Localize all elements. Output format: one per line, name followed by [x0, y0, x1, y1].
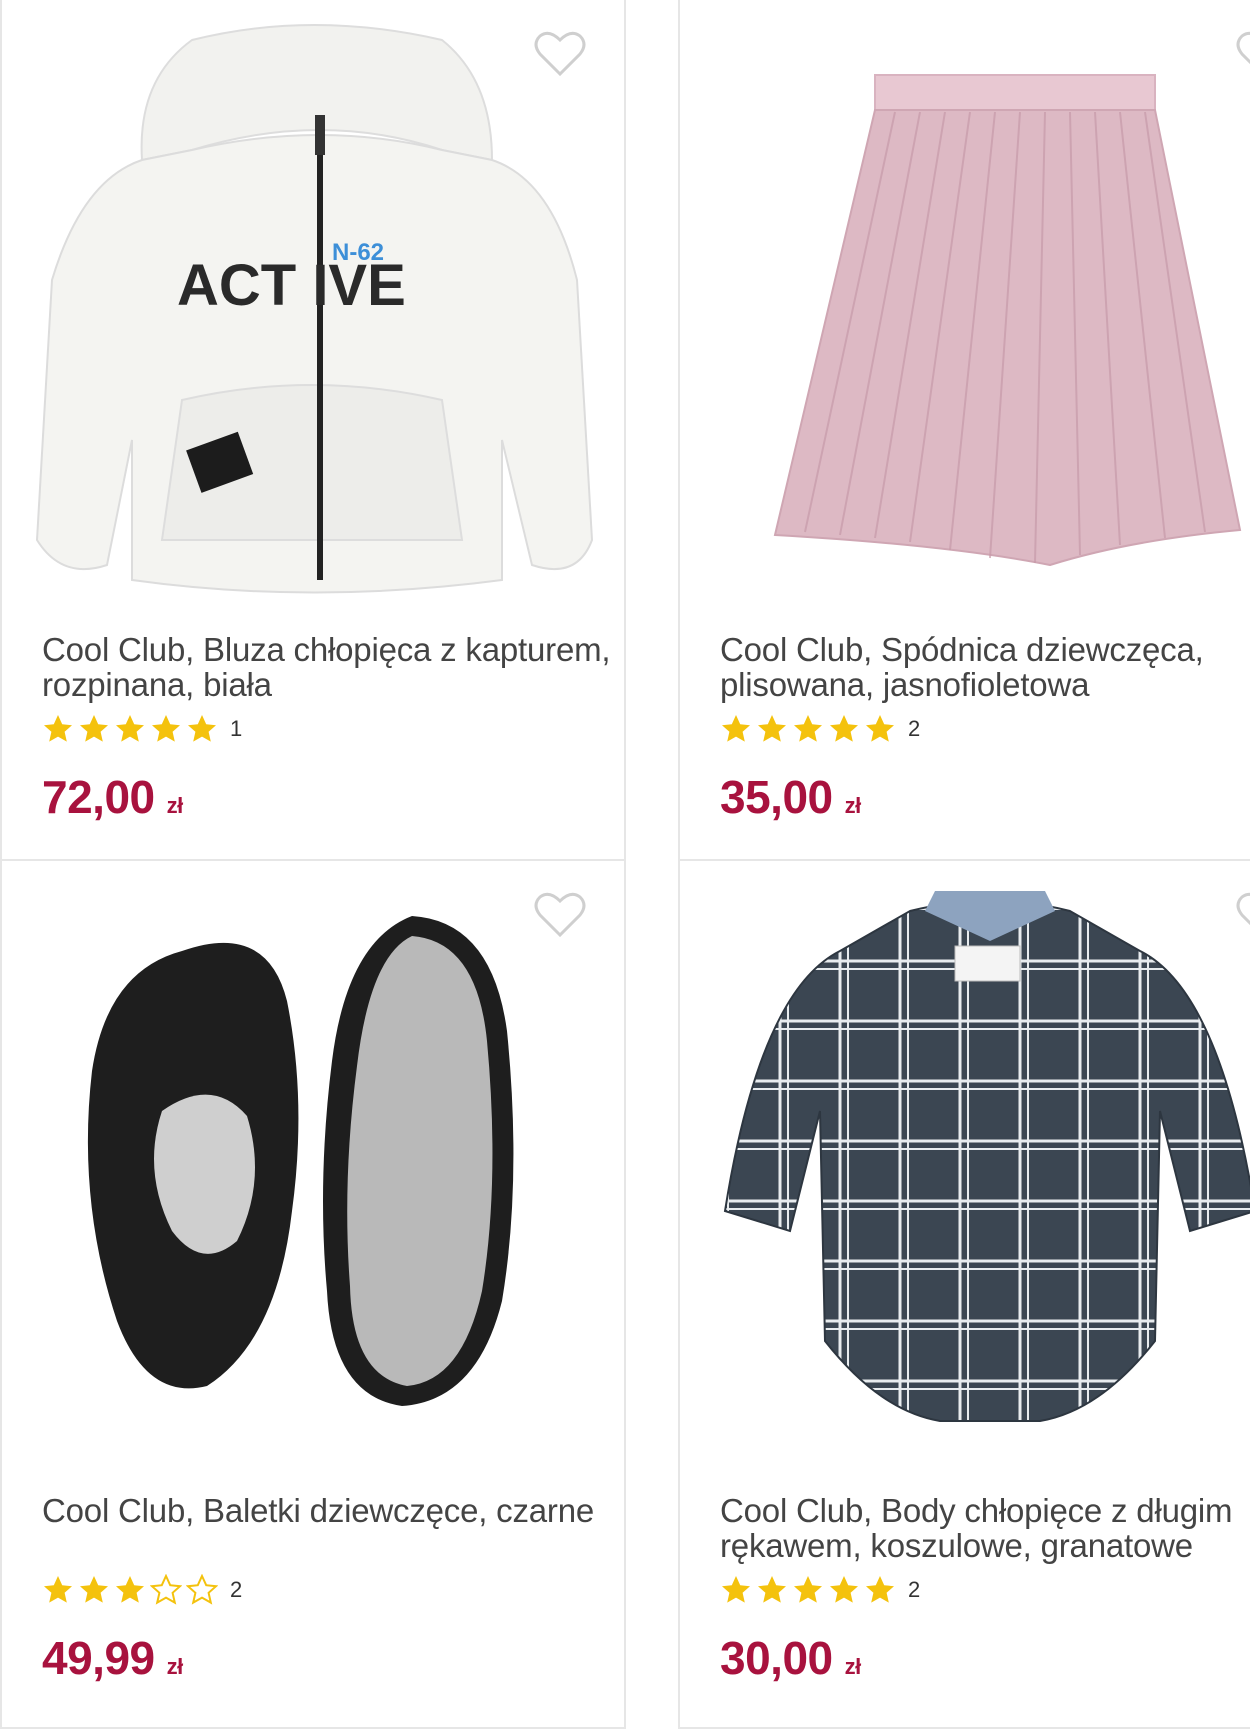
star-empty-icon [186, 1574, 218, 1605]
price-value: 72,00 [42, 771, 155, 823]
product-image-hoodie[interactable]: ACT IVE N-62 [22, 20, 612, 610]
review-count: 2 [908, 1577, 921, 1602]
star-filled-icon [44, 1576, 72, 1603]
star-filled-icon [116, 715, 144, 742]
rating-stars [42, 713, 222, 745]
rating-stars [720, 1574, 900, 1606]
star-filled-icon [722, 715, 750, 742]
hoodie-print-badge: N-62 [332, 239, 384, 266]
currency-label: zł [166, 793, 184, 818]
star-filled-icon [830, 1576, 858, 1603]
star-filled-icon [44, 715, 72, 742]
heart-icon[interactable] [1236, 30, 1250, 78]
rating: 2 [720, 1573, 920, 1607]
product-price: 30,00 zł [720, 1631, 861, 1685]
product-card[interactable]: Cool Club, Baletki dziewczęce, czarne 2 … [0, 859, 626, 1729]
product-card[interactable]: Cool Club, Body chłopięce z długim rękaw… [678, 859, 1250, 1729]
price-value: 49,99 [42, 1632, 155, 1684]
star-filled-icon [866, 715, 894, 742]
heart-icon[interactable] [534, 30, 586, 78]
rating-stars [42, 1574, 222, 1606]
currency-label: zł [844, 1654, 862, 1679]
star-filled-icon [758, 1576, 786, 1603]
product-grid: ACT IVE N-62 Cool Club, Bluza chłopięca … [0, 0, 1250, 1729]
product-title[interactable]: Cool Club, Bluza chłopięca z kapturem, r… [42, 632, 622, 702]
price-value: 35,00 [720, 771, 833, 823]
star-filled-icon [80, 715, 108, 742]
star-filled-icon [758, 715, 786, 742]
currency-label: zł [166, 1654, 184, 1679]
product-image-skirt[interactable] [700, 20, 1250, 610]
star-filled-icon [794, 1576, 822, 1603]
currency-label: zł [844, 793, 862, 818]
star-filled-icon [830, 715, 858, 742]
star-filled-icon [722, 1576, 750, 1603]
rating: 1 [42, 712, 242, 746]
heart-icon[interactable] [534, 891, 586, 939]
product-title[interactable]: Cool Club, Baletki dziewczęce, czarne [42, 1493, 622, 1528]
star-filled-icon [116, 1576, 144, 1603]
star-filled-icon [188, 715, 216, 742]
rating-stars [720, 713, 900, 745]
review-count: 2 [230, 1577, 243, 1602]
star-filled-icon [794, 715, 822, 742]
price-value: 30,00 [720, 1632, 833, 1684]
rating: 2 [42, 1573, 242, 1607]
product-title[interactable]: Cool Club, Body chłopięce z długim rękaw… [720, 1493, 1250, 1563]
product-card[interactable]: Cool Club, Spódnica dziewczęca, plisowan… [678, 0, 1250, 861]
star-filled-icon [152, 715, 180, 742]
star-filled-icon [866, 1576, 894, 1603]
product-card[interactable]: ACT IVE N-62 Cool Club, Bluza chłopięca … [0, 0, 626, 861]
product-price: 35,00 zł [720, 770, 861, 824]
star-filled-icon [80, 1576, 108, 1603]
product-image-ballet-flats[interactable] [22, 881, 612, 1471]
product-title[interactable]: Cool Club, Spódnica dziewczęca, plisowan… [720, 632, 1250, 702]
product-image-bodysuit[interactable] [700, 881, 1250, 1471]
review-count: 1 [230, 716, 243, 741]
product-price: 49,99 zł [42, 1631, 183, 1685]
rating: 2 [720, 712, 920, 746]
review-count: 2 [908, 716, 921, 741]
product-price: 72,00 zł [42, 770, 183, 824]
star-empty-icon [150, 1574, 182, 1605]
heart-icon[interactable] [1236, 891, 1250, 939]
